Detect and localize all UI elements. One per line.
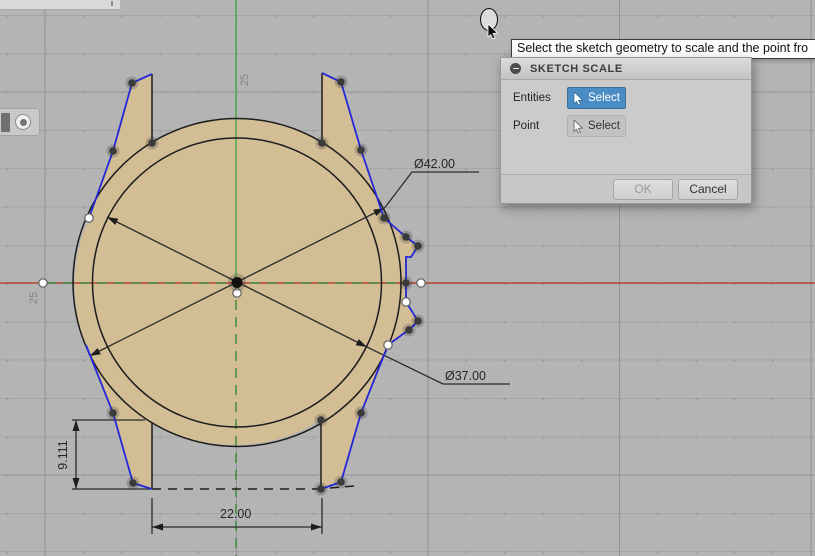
sketch-point[interactable] [380, 214, 388, 222]
dimension-height-label[interactable]: 9.111 [56, 440, 70, 469]
dialog-footer: OK Cancel [501, 174, 751, 203]
toolbar-button-fragment[interactable] [1, 113, 10, 132]
point-label: Point [513, 120, 567, 132]
toolbar-strip-tick [111, 1, 113, 6]
dimension-outer-label[interactable]: Ø42.00 [414, 157, 455, 171]
entities-row: Entities Select [513, 87, 751, 109]
clipped-toolbar-strip [0, 0, 120, 10]
sketch-point[interactable] [318, 139, 326, 147]
sketch-point[interactable] [129, 479, 137, 487]
sketch-point[interactable] [414, 242, 422, 250]
point-select-button[interactable]: Select [567, 115, 626, 137]
sketch-scale-dialog: SKETCH SCALE Entities Select Point S [500, 57, 752, 204]
sketch-point[interactable] [357, 409, 365, 417]
point-select-label: Select [588, 120, 620, 132]
sketch-point[interactable] [402, 233, 410, 241]
clipped-toolbar-widget[interactable] [0, 108, 40, 136]
sketch-point[interactable] [148, 139, 156, 147]
origin-center-point[interactable] [228, 274, 246, 292]
sketch-point[interactable] [337, 78, 345, 86]
cursor-arrow-icon [573, 92, 584, 105]
entities-label: Entities [513, 92, 567, 104]
point-row: Point Select [513, 115, 751, 137]
radio-button-icon[interactable] [15, 114, 31, 130]
sketch-point[interactable] [402, 279, 410, 287]
dimension-lug-width[interactable]: 22.00 [152, 498, 322, 534]
sketch-point-unconstrained[interactable] [384, 341, 392, 349]
sketch-point[interactable] [128, 79, 136, 87]
sketch-point-unconstrained[interactable] [39, 279, 47, 287]
grid-label-top: 25 [239, 74, 251, 86]
entities-select-button[interactable]: Select [567, 87, 626, 109]
sketch-point-unconstrained[interactable] [417, 279, 425, 287]
tooltip-text: Select the sketch geometry to scale and … [517, 41, 808, 55]
dimension-width-label[interactable]: 22.00 [220, 507, 251, 521]
sketch-point-unconstrained[interactable] [85, 214, 93, 222]
dialog-title: SKETCH SCALE [530, 63, 623, 75]
sketch-point[interactable] [317, 485, 325, 493]
sketch-point-unconstrained[interactable] [402, 298, 410, 306]
dimension-inner-label[interactable]: Ø37.00 [445, 369, 486, 383]
sketch-point[interactable] [337, 478, 345, 486]
sketch-point[interactable] [109, 409, 117, 417]
app-canvas: Ø42.00 Ø37.00 22.00 9.111 [0, 0, 815, 556]
sketch-point[interactable] [109, 147, 117, 155]
collapse-icon[interactable] [510, 63, 521, 74]
dialog-titlebar[interactable]: SKETCH SCALE [501, 58, 751, 80]
sketch-point[interactable] [317, 416, 325, 424]
grid-label-left: 25 [28, 292, 40, 304]
cursor-arrow-outline-icon [573, 120, 584, 133]
tooltip: Select the sketch geometry to scale and … [511, 39, 815, 59]
sketch-point[interactable] [414, 317, 422, 325]
sketch-point[interactable] [405, 326, 413, 334]
cancel-button[interactable]: Cancel [678, 179, 738, 200]
ok-button[interactable]: OK [613, 179, 673, 200]
entities-select-label: Select [588, 92, 620, 104]
sketch-point[interactable] [357, 146, 365, 154]
radio-dot [20, 119, 27, 126]
